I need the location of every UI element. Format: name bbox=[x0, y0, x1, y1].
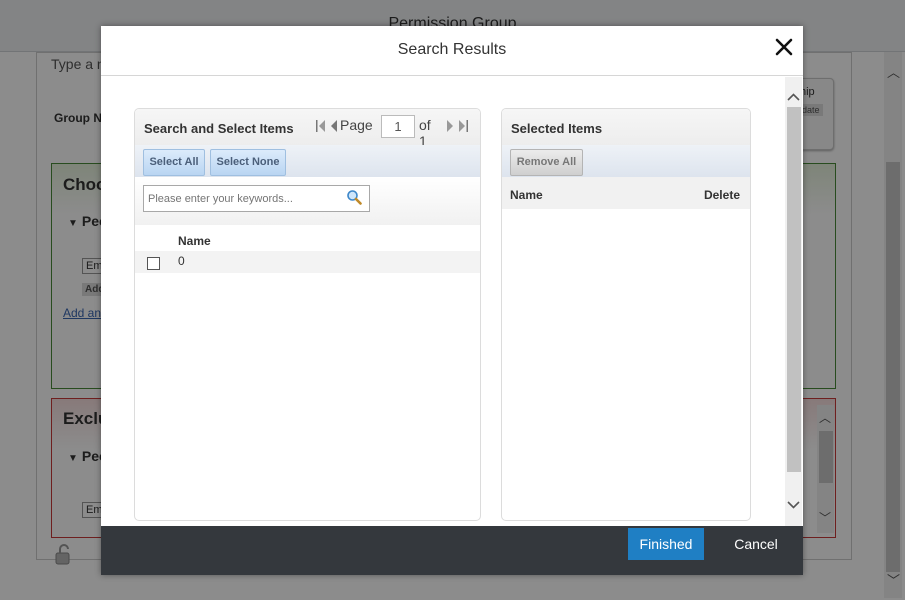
first-page-icon[interactable] bbox=[316, 119, 326, 133]
dialog-footer: Finished Cancel bbox=[101, 526, 803, 575]
page-number-input[interactable]: 1 bbox=[381, 115, 415, 138]
search-panel-title: Search and Select Items bbox=[144, 121, 294, 136]
search-box bbox=[143, 185, 370, 212]
search-input[interactable] bbox=[148, 190, 338, 207]
row-checkbox[interactable] bbox=[147, 257, 160, 270]
finished-button[interactable]: Finished bbox=[628, 528, 704, 560]
chevron-down-icon[interactable] bbox=[787, 498, 800, 511]
scrollbar-thumb[interactable] bbox=[787, 107, 801, 472]
delete-column-header: Delete bbox=[703, 188, 740, 202]
search-results-dialog: Search Results Search and Select Items P… bbox=[101, 26, 803, 575]
dialog-header: Search Results bbox=[101, 26, 803, 76]
search-icon[interactable] bbox=[346, 189, 362, 205]
selected-panel-title: Selected Items bbox=[511, 121, 603, 136]
search-select-panel: Search and Select Items Page 1 of 1 Sele… bbox=[134, 108, 481, 521]
close-icon[interactable] bbox=[773, 36, 795, 58]
dialog-body: Search and Select Items Page 1 of 1 Sele… bbox=[101, 77, 803, 526]
select-none-button[interactable]: Select None bbox=[210, 149, 286, 176]
row-name: 0 bbox=[178, 254, 185, 268]
last-page-icon[interactable] bbox=[458, 119, 468, 133]
chevron-up-icon[interactable] bbox=[787, 91, 800, 104]
next-page-icon[interactable] bbox=[445, 119, 455, 133]
dialog-title: Search Results bbox=[397, 41, 507, 58]
previous-page-icon[interactable] bbox=[329, 119, 339, 133]
table-row[interactable] bbox=[135, 251, 480, 273]
selected-items-panel: Selected Items Remove All Name Delete bbox=[501, 108, 751, 521]
name-column-header: Name bbox=[178, 234, 211, 248]
selected-panel-header: Selected Items bbox=[502, 109, 750, 145]
remove-all-button[interactable]: Remove All bbox=[510, 149, 583, 176]
page-label: Page bbox=[340, 117, 373, 133]
select-all-button[interactable]: Select All bbox=[143, 149, 205, 176]
dialog-scrollbar[interactable] bbox=[785, 77, 802, 526]
search-panel-header: Search and Select Items Page 1 of 1 bbox=[135, 109, 480, 149]
cancel-button[interactable]: Cancel bbox=[721, 528, 791, 560]
search-area bbox=[135, 177, 480, 225]
selected-name-column-header: Name bbox=[510, 188, 543, 202]
